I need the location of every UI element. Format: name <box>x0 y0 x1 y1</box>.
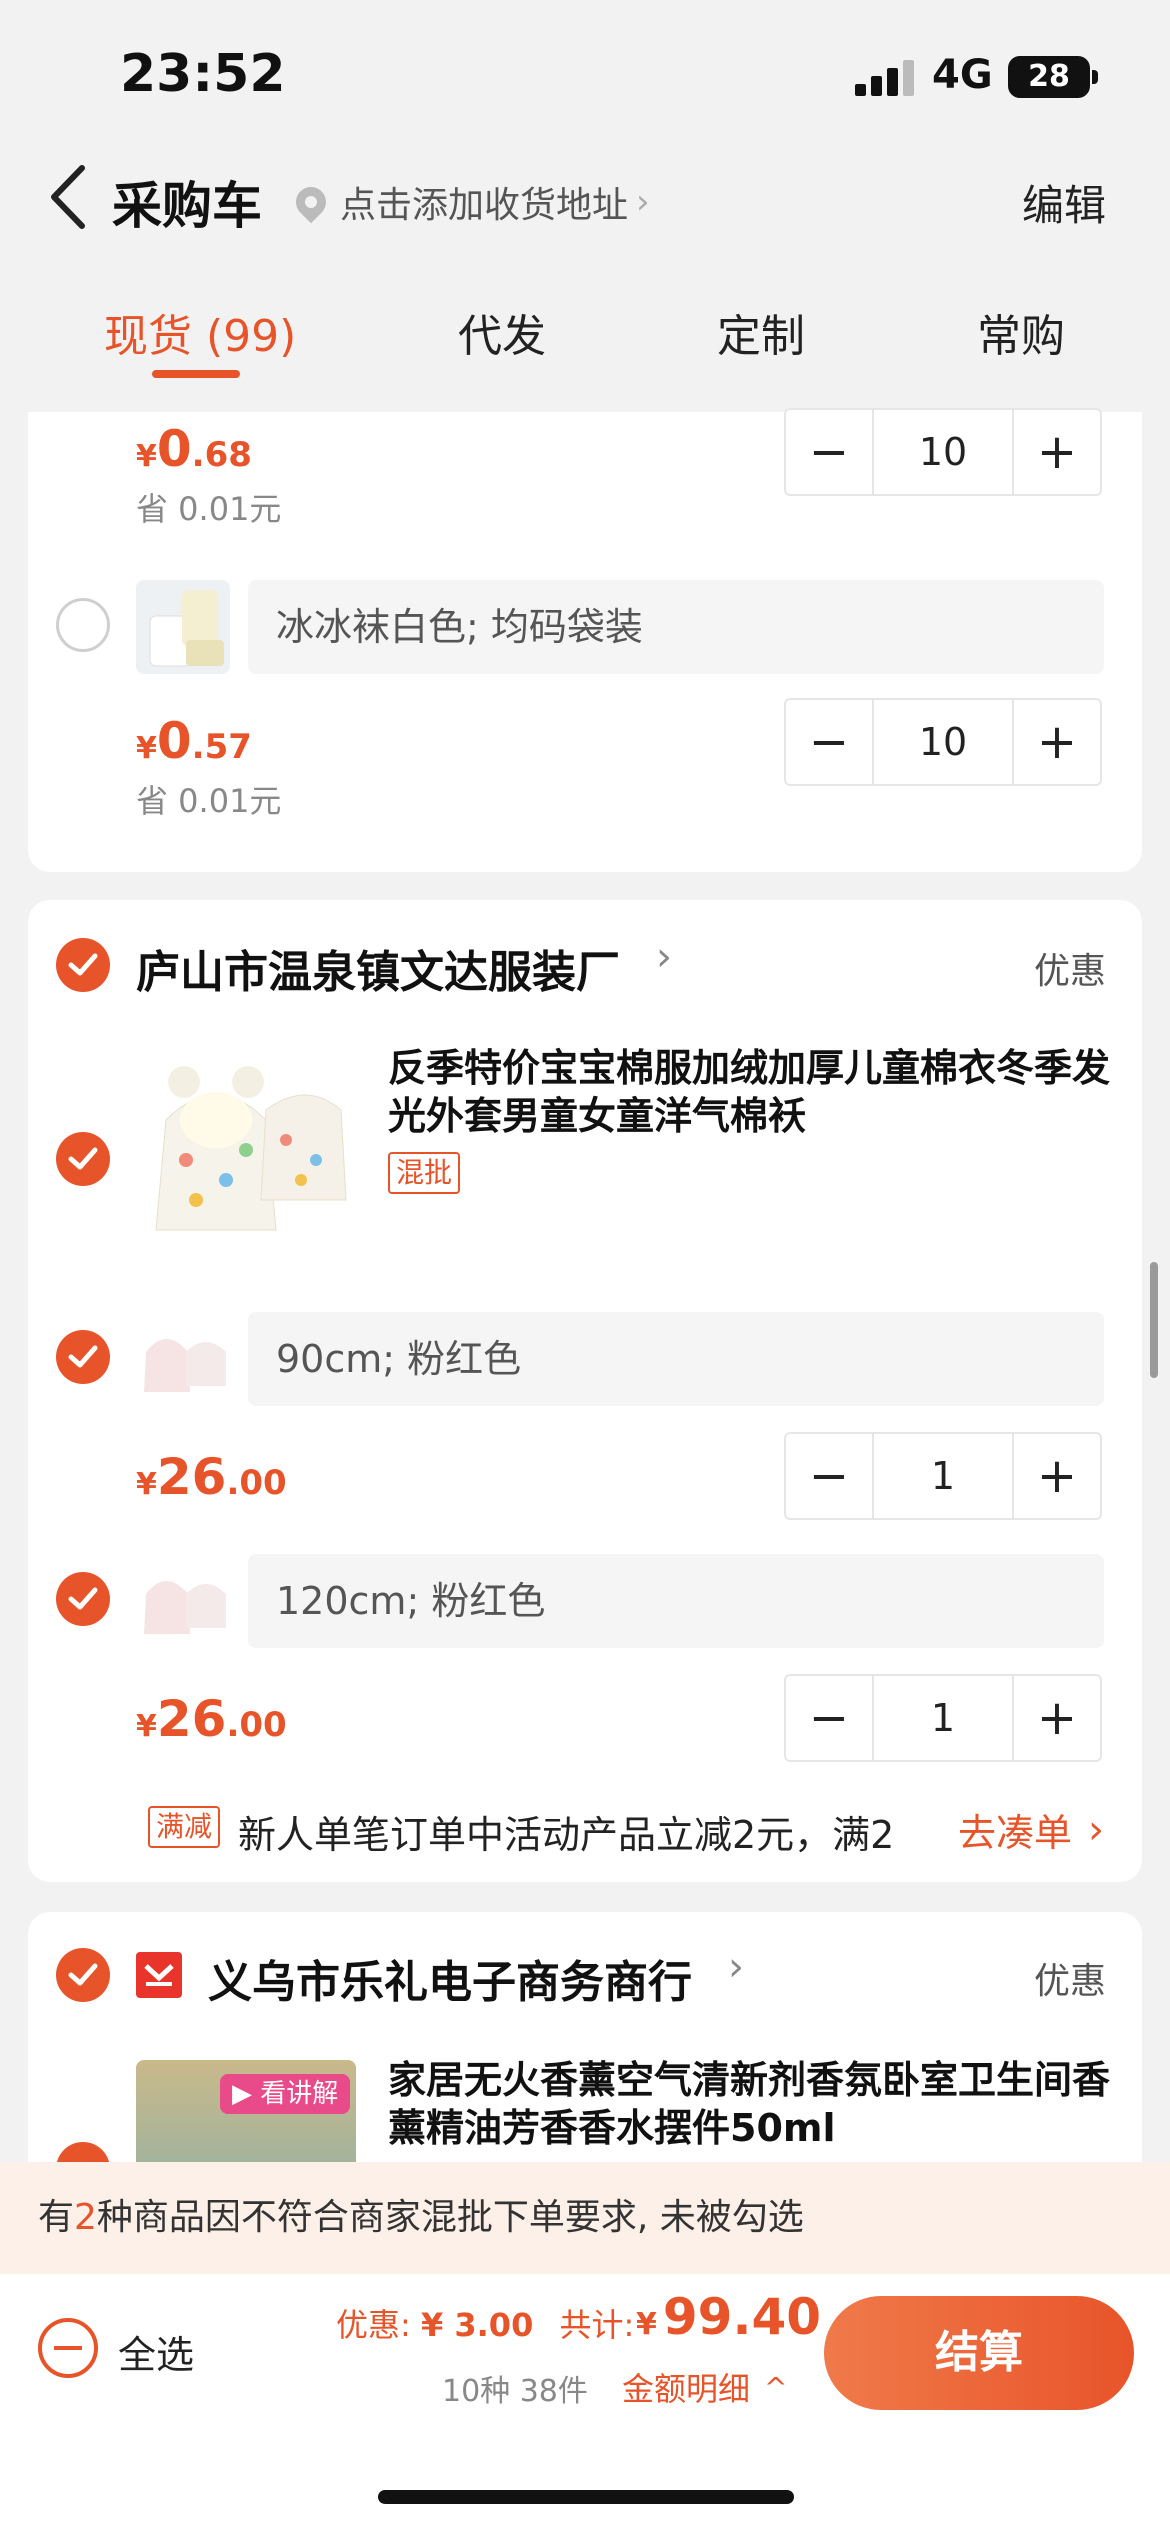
price-detail-link[interactable]: 金额明细 ^ <box>622 2364 787 2410</box>
unselected-notice: 有2种商品因不符合商家混批下单要求, 未被勾选 <box>0 2162 1170 2274</box>
video-explain-badge[interactable]: ▶ 看讲解 <box>220 2074 351 2114</box>
sku-select-checkbox[interactable] <box>56 1572 110 1626</box>
select-all-partial-icon[interactable] <box>38 2318 98 2378</box>
tab-active-indicator <box>152 370 240 378</box>
location-pin-icon <box>289 180 333 224</box>
item-price: ¥26.00 <box>136 1690 287 1748</box>
tab-dropship[interactable]: 代发 <box>458 300 546 364</box>
status-time: 23:52 <box>120 44 286 104</box>
minus-button[interactable]: − <box>786 410 872 494</box>
quantity-input[interactable]: 1 <box>872 1434 1014 1518</box>
chevron-right-icon: › <box>728 1944 744 1990</box>
scrollbar[interactable] <box>1150 1262 1158 1378</box>
quantity-stepper: − 1 + <box>784 1674 1102 1762</box>
discount-label: 优惠: <box>336 2306 411 2344</box>
play-icon: ▶ <box>232 2079 252 2109</box>
sku-thumbnail <box>136 580 230 674</box>
checkout-button[interactable]: 结算 <box>824 2296 1134 2410</box>
minus-button[interactable]: − <box>786 1434 872 1518</box>
minus-button[interactable]: − <box>786 1676 872 1760</box>
battery-tip <box>1092 70 1098 84</box>
shop-promo-link[interactable]: 优惠 <box>1034 1952 1106 2004</box>
address-hint: 点击添加收货地址 <box>340 185 629 226</box>
shop-logo-icon <box>136 1952 182 1998</box>
sku-select-checkbox[interactable] <box>56 1330 110 1384</box>
quantity-stepper: − 10 + <box>784 698 1102 786</box>
items-count: 10种 38件 <box>442 2374 588 2409</box>
item-price: ¥0.68 <box>136 420 252 478</box>
page-title: 采购车 <box>112 177 262 235</box>
sku-spec[interactable]: 冰冰袜白色; 均码袋装 <box>248 580 1104 674</box>
notice-suffix: 种商品因不符合商家混批下单要求, 未被勾选 <box>96 2197 804 2238</box>
plus-button[interactable]: + <box>1014 1434 1100 1518</box>
product-title[interactable]: 家居无火香薰空气清新剂香氛卧室卫生间香薰精油芳香香水摆件50ml <box>388 2056 1118 2152</box>
mixed-batch-tag: 混批 <box>388 1152 461 1194</box>
status-bar: 23:52 4G 28 <box>0 0 1170 150</box>
back-arrow-icon[interactable] <box>48 162 88 232</box>
shop-select-checkbox[interactable] <box>56 938 110 992</box>
tab-custom[interactable]: 定制 <box>717 300 805 364</box>
item-select-radio[interactable] <box>56 598 110 652</box>
product-image[interactable] <box>136 1050 356 1250</box>
total-label: 共计: <box>559 2306 635 2344</box>
save-text: 省 0.01元 <box>136 782 282 820</box>
video-badge-label: 看讲解 <box>260 2079 339 2109</box>
quantity-stepper: − 1 + <box>784 1432 1102 1520</box>
discount-text: 新人单笔订单中活动产品立减2元，满2 <box>238 1813 895 1857</box>
signal-icon <box>855 60 915 96</box>
chevron-right-icon: › <box>1088 1806 1105 1853</box>
sku-thumbnail <box>136 1312 230 1406</box>
shop-card: ¥0.68 省 0.01元 − 10 + 冰冰袜白色; 均码袋装 ¥0.57 省… <box>28 408 1142 872</box>
chevron-up-icon: ^ <box>764 2370 788 2404</box>
sku-spec[interactable]: 120cm; 粉红色 <box>248 1554 1104 1648</box>
shop-name[interactable]: 义乌市乐礼电子商务商行 <box>208 1946 692 2010</box>
notice-count: 2 <box>74 2197 97 2238</box>
select-all-label[interactable]: 全选 <box>118 2324 194 2379</box>
item-price: ¥0.57 <box>136 712 252 770</box>
quantity-input[interactable]: 10 <box>872 700 1014 784</box>
quantity-input[interactable]: 1 <box>872 1676 1014 1760</box>
price-detail-label: 金额明细 <box>622 2370 751 2408</box>
sku-spec[interactable]: 90cm; 粉红色 <box>248 1312 1104 1406</box>
product-select-checkbox[interactable] <box>56 1132 110 1186</box>
minus-button[interactable]: − <box>786 700 872 784</box>
item-price: ¥26.00 <box>136 1448 287 1506</box>
discount-summary: 优惠: ¥ 3.00 共计: <box>336 2300 634 2346</box>
plus-button[interactable]: + <box>1014 1676 1100 1760</box>
shop-name[interactable]: 庐山市温泉镇文达服装厂 <box>136 936 620 1000</box>
tab-frequent[interactable]: 常购 <box>977 300 1065 364</box>
plus-button[interactable]: + <box>1014 700 1100 784</box>
chevron-right-icon: › <box>636 182 650 222</box>
plus-button[interactable]: + <box>1014 410 1100 494</box>
chevron-right-icon: › <box>656 934 672 980</box>
product-title[interactable]: 反季特价宝宝棉服加绒加厚儿童棉衣冬季发光外套男童女童洋气棉袄 <box>388 1044 1118 1140</box>
add-more-label: 去凑单 <box>958 1811 1073 1855</box>
shop-select-checkbox[interactable] <box>56 1948 110 2002</box>
sku-thumbnail <box>136 1554 230 1648</box>
address-selector[interactable]: 点击添加收货地址 › <box>289 176 650 228</box>
shop-promo-link[interactable]: 优惠 <box>1034 942 1106 994</box>
discount-tag: 满减 <box>148 1806 221 1848</box>
quantity-stepper: − 10 + <box>784 408 1102 496</box>
discount-value: ¥ 3.00 <box>420 2306 534 2344</box>
total-price: ¥99.40 <box>636 2288 822 2346</box>
battery-icon: 28 <box>1008 56 1090 98</box>
quantity-input[interactable]: 10 <box>872 410 1014 494</box>
home-indicator <box>378 2490 794 2504</box>
network-type: 4G <box>932 52 993 98</box>
notice-prefix: 有 <box>38 2197 75 2238</box>
tab-in-stock[interactable]: 现货 (99) <box>104 300 296 364</box>
edit-button[interactable]: 编辑 <box>1022 172 1106 233</box>
save-text: 省 0.01元 <box>136 490 282 528</box>
shop-card: 庐山市温泉镇文达服装厂 › 优惠 反季特价宝宝棉服加绒加厚儿童棉衣冬季发光外套男… <box>28 900 1142 1882</box>
add-more-link[interactable]: 去凑单 › <box>958 1802 1104 1857</box>
